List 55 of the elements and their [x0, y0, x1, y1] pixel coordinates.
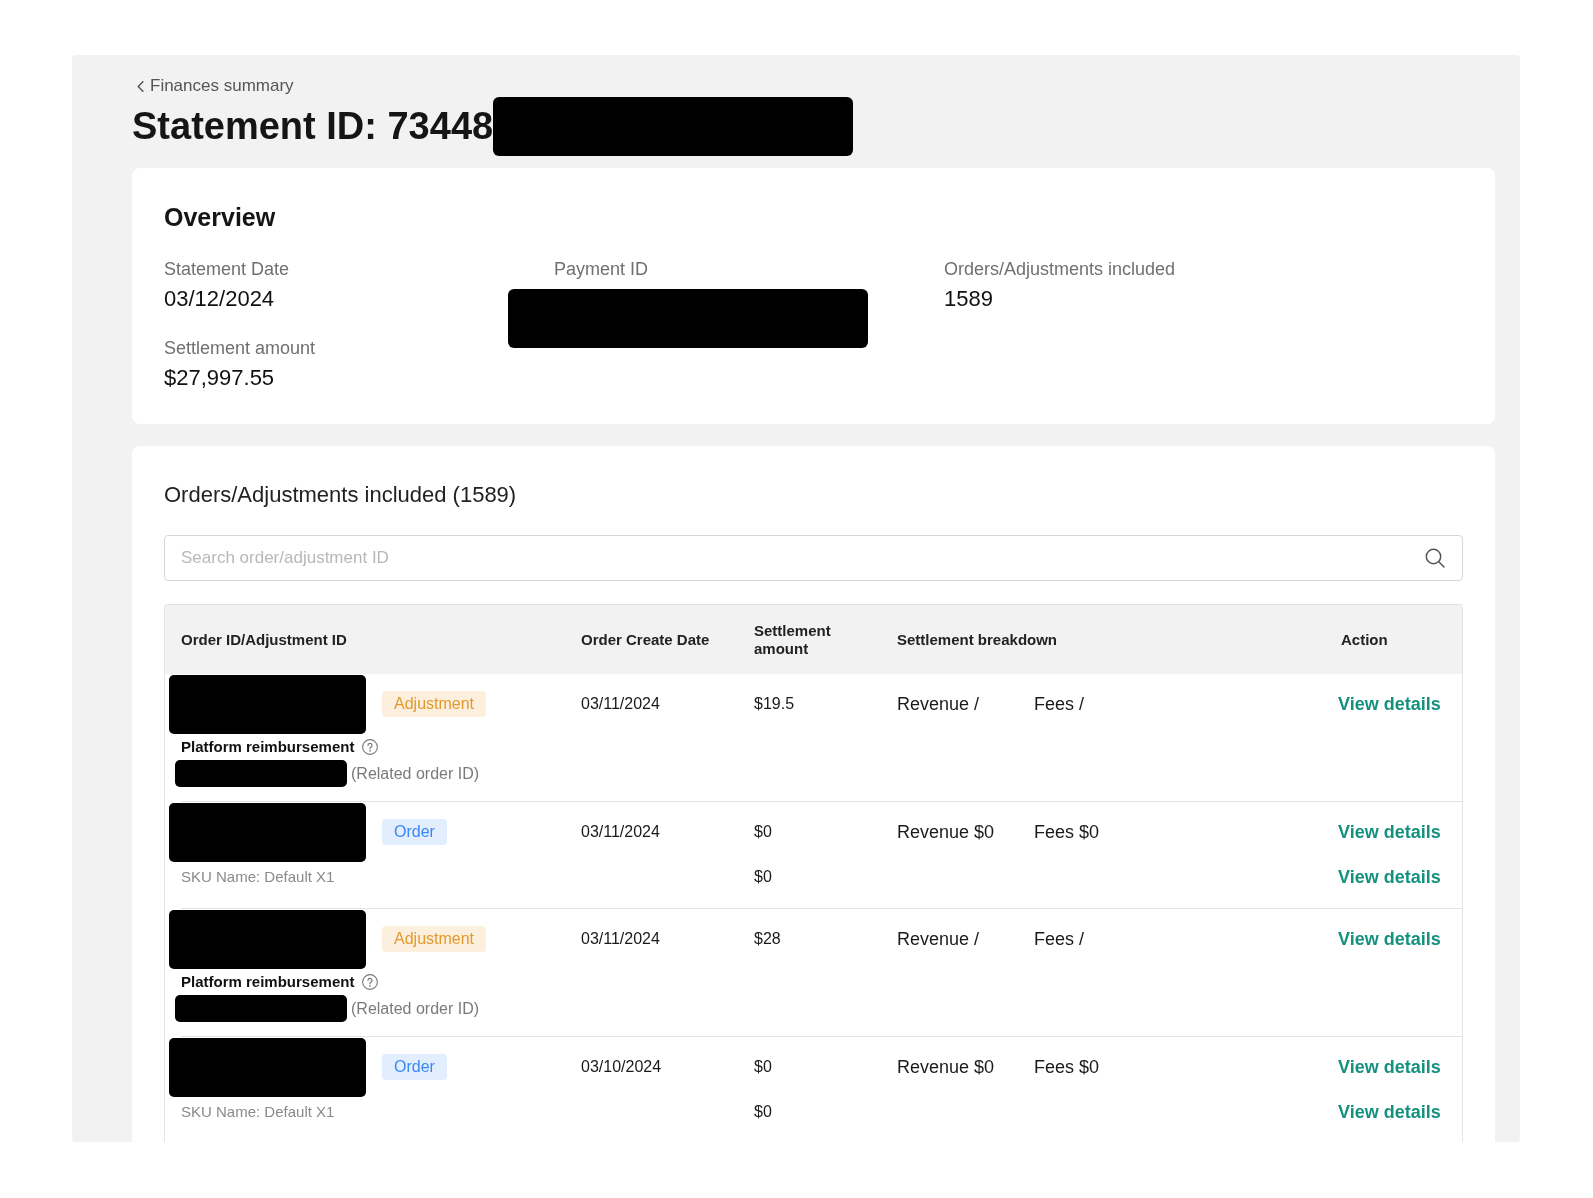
- section-title: Orders/Adjustments included (1589): [164, 481, 517, 509]
- view-details-link[interactable]: View details: [1338, 865, 1441, 889]
- settlement-amount: $19.5: [754, 694, 795, 714]
- column-header: Action: [1341, 630, 1388, 649]
- view-details-link[interactable]: View details: [1338, 1055, 1441, 1079]
- revenue-value: Revenue $0: [897, 1056, 995, 1079]
- revenue-value: Revenue /: [897, 693, 980, 716]
- order-date: 03/11/2024: [581, 929, 660, 949]
- settlement-amount: $28: [754, 929, 781, 949]
- settlement-amount: $0: [754, 867, 772, 887]
- fees-value: Fees /: [1034, 928, 1085, 951]
- view-details-link[interactable]: View details: [1338, 1100, 1441, 1124]
- field-value: 1589: [944, 286, 993, 312]
- sku-name: SKU Name: Default X1: [181, 1102, 335, 1122]
- search-field[interactable]: Search order/adjustment ID: [164, 535, 1463, 581]
- order-date: 03/10/2024: [581, 1057, 662, 1077]
- reason-label: Platform reimbursement: [181, 972, 355, 992]
- field-label: Payment ID: [554, 258, 649, 280]
- settlement-amount: $0: [754, 1057, 772, 1077]
- view-details-link[interactable]: View details: [1338, 820, 1441, 844]
- page-title: Statement ID: 73448: [132, 104, 494, 148]
- related-order-label: (Related order ID): [351, 763, 480, 784]
- column-header: Settlement breakdown: [897, 630, 1058, 649]
- field-value: $27,997.55: [164, 365, 275, 391]
- field-value: 03/12/2024: [164, 286, 275, 312]
- type-tag: Adjustment: [382, 926, 487, 952]
- settlement-amount: $0: [754, 822, 772, 842]
- type-tag: Order: [382, 1054, 447, 1080]
- revenue-value: Revenue /: [897, 928, 980, 951]
- revenue-value: Revenue $0: [897, 821, 995, 844]
- back-link[interactable]: Finances summary: [137, 76, 294, 96]
- type-tag: Order: [382, 819, 447, 845]
- section-title: Overview: [164, 202, 276, 232]
- column-header: Order Create Date: [581, 630, 710, 649]
- search-icon: [1425, 548, 1445, 568]
- type-tag: Adjustment: [382, 691, 487, 717]
- help-icon: [362, 739, 379, 755]
- field-label: Settlement amount: [164, 337, 316, 359]
- help-icon: [362, 974, 379, 990]
- column-header: Settlement amount: [754, 621, 832, 658]
- order-date: 03/11/2024: [581, 694, 660, 714]
- column-header: Order ID/Adjustment ID: [181, 630, 347, 649]
- settlement-amount: $0: [754, 1102, 772, 1122]
- field-label: Orders/Adjustments included: [944, 258, 1176, 280]
- fees-value: Fees $0: [1034, 1056, 1100, 1079]
- view-details-link[interactable]: View details: [1338, 927, 1441, 951]
- fees-value: Fees $0: [1034, 821, 1100, 844]
- sku-name: SKU Name: Default X1: [181, 867, 335, 887]
- reason-label: Platform reimbursement: [181, 737, 355, 757]
- field-label: Statement Date: [164, 258, 290, 280]
- related-order-label: (Related order ID): [351, 998, 480, 1019]
- view-details-link[interactable]: View details: [1338, 692, 1441, 716]
- chevron-left-icon: [137, 80, 144, 92]
- fees-value: Fees /: [1034, 693, 1085, 716]
- order-date: 03/11/2024: [581, 822, 660, 842]
